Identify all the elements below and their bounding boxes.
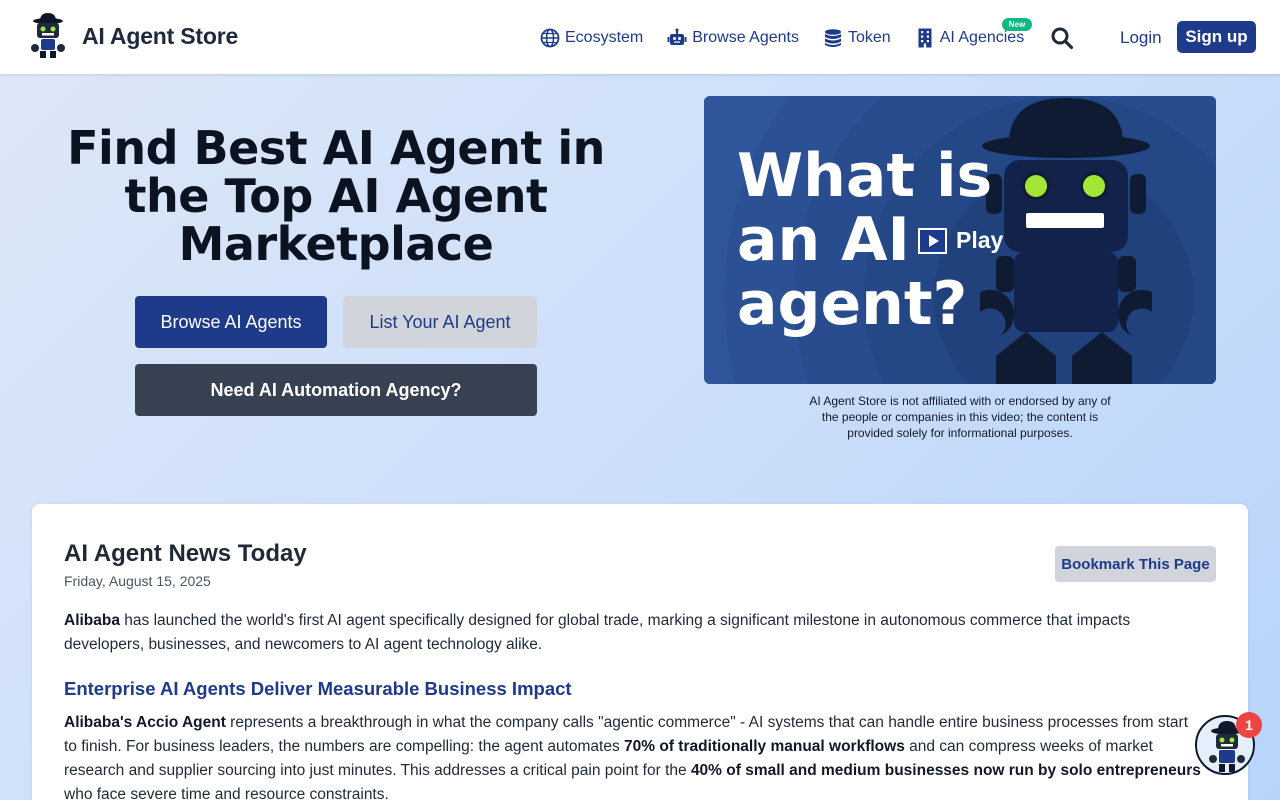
play-icon bbox=[918, 227, 947, 254]
globe-icon bbox=[540, 28, 560, 48]
video-player[interactable]: What is an AI agent? Play bbox=[704, 96, 1216, 384]
bookmark-button[interactable]: Bookmark This Page bbox=[1055, 546, 1216, 582]
news-bold-text: Alibaba's Accio Agent bbox=[64, 714, 226, 731]
play-button[interactable]: Play bbox=[918, 227, 1003, 254]
news-text: has launched the world's first AI agent … bbox=[64, 612, 1131, 653]
nav-browse-agents-label: Browse Agents bbox=[692, 29, 799, 46]
top-navbar: AI Agent Store Ecosystem Browse Agents T… bbox=[0, 0, 1280, 74]
list-your-ai-agent-button[interactable]: List Your AI Agent bbox=[343, 296, 537, 348]
nav-token[interactable]: Token bbox=[823, 28, 891, 48]
nav-ai-agencies-label: AI Agencies bbox=[939, 29, 1025, 46]
play-label: Play bbox=[956, 227, 1004, 253]
nav-ecosystem[interactable]: Ecosystem bbox=[540, 28, 643, 48]
building-icon bbox=[918, 28, 932, 48]
news-paragraph-body: Alibaba's Accio Agent represents a break… bbox=[64, 711, 1204, 800]
news-date: Friday, August 15, 2025 bbox=[64, 573, 211, 589]
news-text: who face severe time and resource constr… bbox=[64, 786, 389, 800]
nav-ai-agencies[interactable]: AI Agencies New bbox=[915, 18, 1033, 48]
login-link[interactable]: Login bbox=[1120, 28, 1162, 48]
notification-badge: 1 bbox=[1236, 712, 1262, 738]
search-icon[interactable] bbox=[1050, 26, 1074, 50]
brand[interactable]: AI Agent Store bbox=[30, 12, 238, 60]
news-bold-text: Alibaba bbox=[64, 612, 120, 629]
news-paragraph-intro: Alibaba has launched the world's first A… bbox=[64, 609, 1204, 657]
nav-browse-agents[interactable]: Browse Agents bbox=[667, 28, 799, 48]
news-bold-text: 40% of small and medium businesses now r… bbox=[690, 762, 1201, 779]
robot-icon bbox=[667, 28, 687, 45]
coins-icon bbox=[824, 29, 841, 47]
nav-ecosystem-label: Ecosystem bbox=[565, 29, 644, 46]
need-automation-agency-button[interactable]: Need AI Automation Agency? bbox=[135, 364, 537, 416]
nav-token-label: Token bbox=[847, 29, 891, 46]
brand-name: AI Agent Store bbox=[82, 22, 239, 49]
news-subheading[interactable]: Enterprise AI Agents Deliver Measurable … bbox=[64, 678, 572, 700]
robot-logo-icon bbox=[31, 13, 65, 58]
browse-ai-agents-button[interactable]: Browse AI Agents bbox=[135, 296, 327, 348]
hero-title: Find Best AI Agent in the Top AI Agent M… bbox=[67, 121, 605, 271]
news-bold-text: 70% of traditionally manual workflows bbox=[624, 738, 905, 755]
news-card: AI Agent News Today Friday, August 15, 2… bbox=[32, 504, 1248, 800]
signup-button[interactable]: Sign up bbox=[1177, 21, 1256, 53]
news-title: AI Agent News Today bbox=[64, 540, 307, 567]
video-disclaimer: AI Agent Store is not affiliated with or… bbox=[809, 394, 1111, 440]
new-badge: New bbox=[1001, 18, 1033, 31]
main-nav: Ecosystem Browse Agents Token AI Agencie… bbox=[540, 18, 1048, 54]
